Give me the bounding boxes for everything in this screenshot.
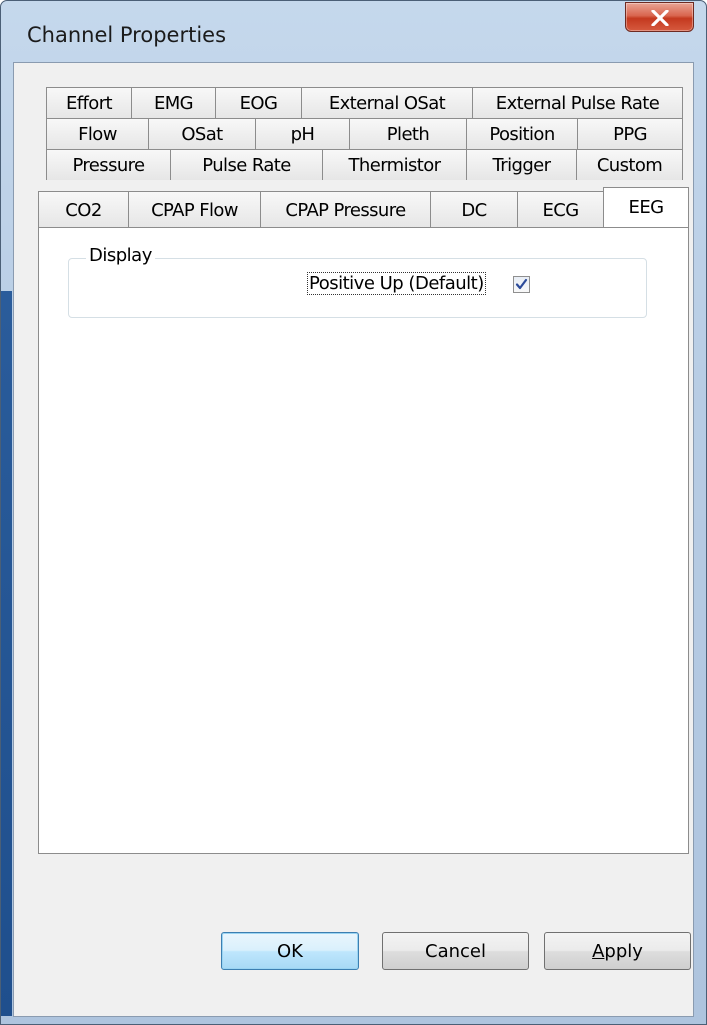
tab-osat[interactable]: OSat: [148, 118, 256, 149]
tab-eeg[interactable]: EEG: [603, 187, 689, 227]
tab-ph[interactable]: pH: [255, 118, 350, 149]
tab-cpap-pressure[interactable]: CPAP Pressure: [260, 191, 431, 228]
window-edge-accent: [1, 291, 12, 1016]
cancel-button[interactable]: Cancel: [382, 932, 529, 970]
apply-accelerator-key: A: [592, 940, 605, 962]
positive-up-checkbox[interactable]: [513, 276, 530, 293]
tab-custom[interactable]: Custom: [576, 149, 683, 180]
tab-trigger[interactable]: Trigger: [466, 149, 577, 180]
close-x-icon: [651, 10, 669, 26]
tab-external-pulse-rate[interactable]: External Pulse Rate: [472, 87, 683, 118]
positive-up-label[interactable]: Positive Up (Default): [307, 272, 486, 295]
tab-dc[interactable]: DC: [430, 191, 518, 228]
tab-effort[interactable]: Effort: [46, 87, 132, 118]
tab-cpap-flow[interactable]: CPAP Flow: [128, 191, 261, 228]
tab-pleth[interactable]: Pleth: [349, 118, 467, 149]
apply-button-label-rest: pply: [604, 940, 643, 962]
tab-position[interactable]: Position: [466, 118, 578, 149]
tab-eog[interactable]: EOG: [215, 87, 302, 118]
display-group-label: Display: [86, 245, 155, 266]
cancel-button-label: Cancel: [425, 940, 486, 962]
tab-ppg[interactable]: PPG: [577, 118, 683, 149]
apply-button[interactable]: Apply: [544, 932, 691, 970]
tab-panel-eeg: [38, 227, 689, 854]
title-bar[interactable]: Channel Properties: [1, 1, 706, 61]
close-button[interactable]: [625, 2, 694, 32]
ok-button-label: OK: [277, 940, 303, 962]
tab-ecg[interactable]: ECG: [517, 191, 604, 228]
tab-flow[interactable]: Flow: [46, 118, 149, 149]
apply-button-label: Apply: [592, 941, 643, 962]
tab-co2[interactable]: CO2: [38, 191, 129, 228]
tab-emg[interactable]: EMG: [131, 87, 216, 118]
tab-external-osat[interactable]: External OSat: [301, 87, 473, 118]
tab-pulse-rate[interactable]: Pulse Rate: [170, 149, 323, 180]
ok-button[interactable]: OK: [221, 932, 359, 970]
window-title: Channel Properties: [27, 23, 227, 47]
tab-pressure[interactable]: Pressure: [46, 149, 171, 180]
tab-thermistor[interactable]: Thermistor: [322, 149, 467, 180]
checkmark-icon: [515, 278, 528, 290]
